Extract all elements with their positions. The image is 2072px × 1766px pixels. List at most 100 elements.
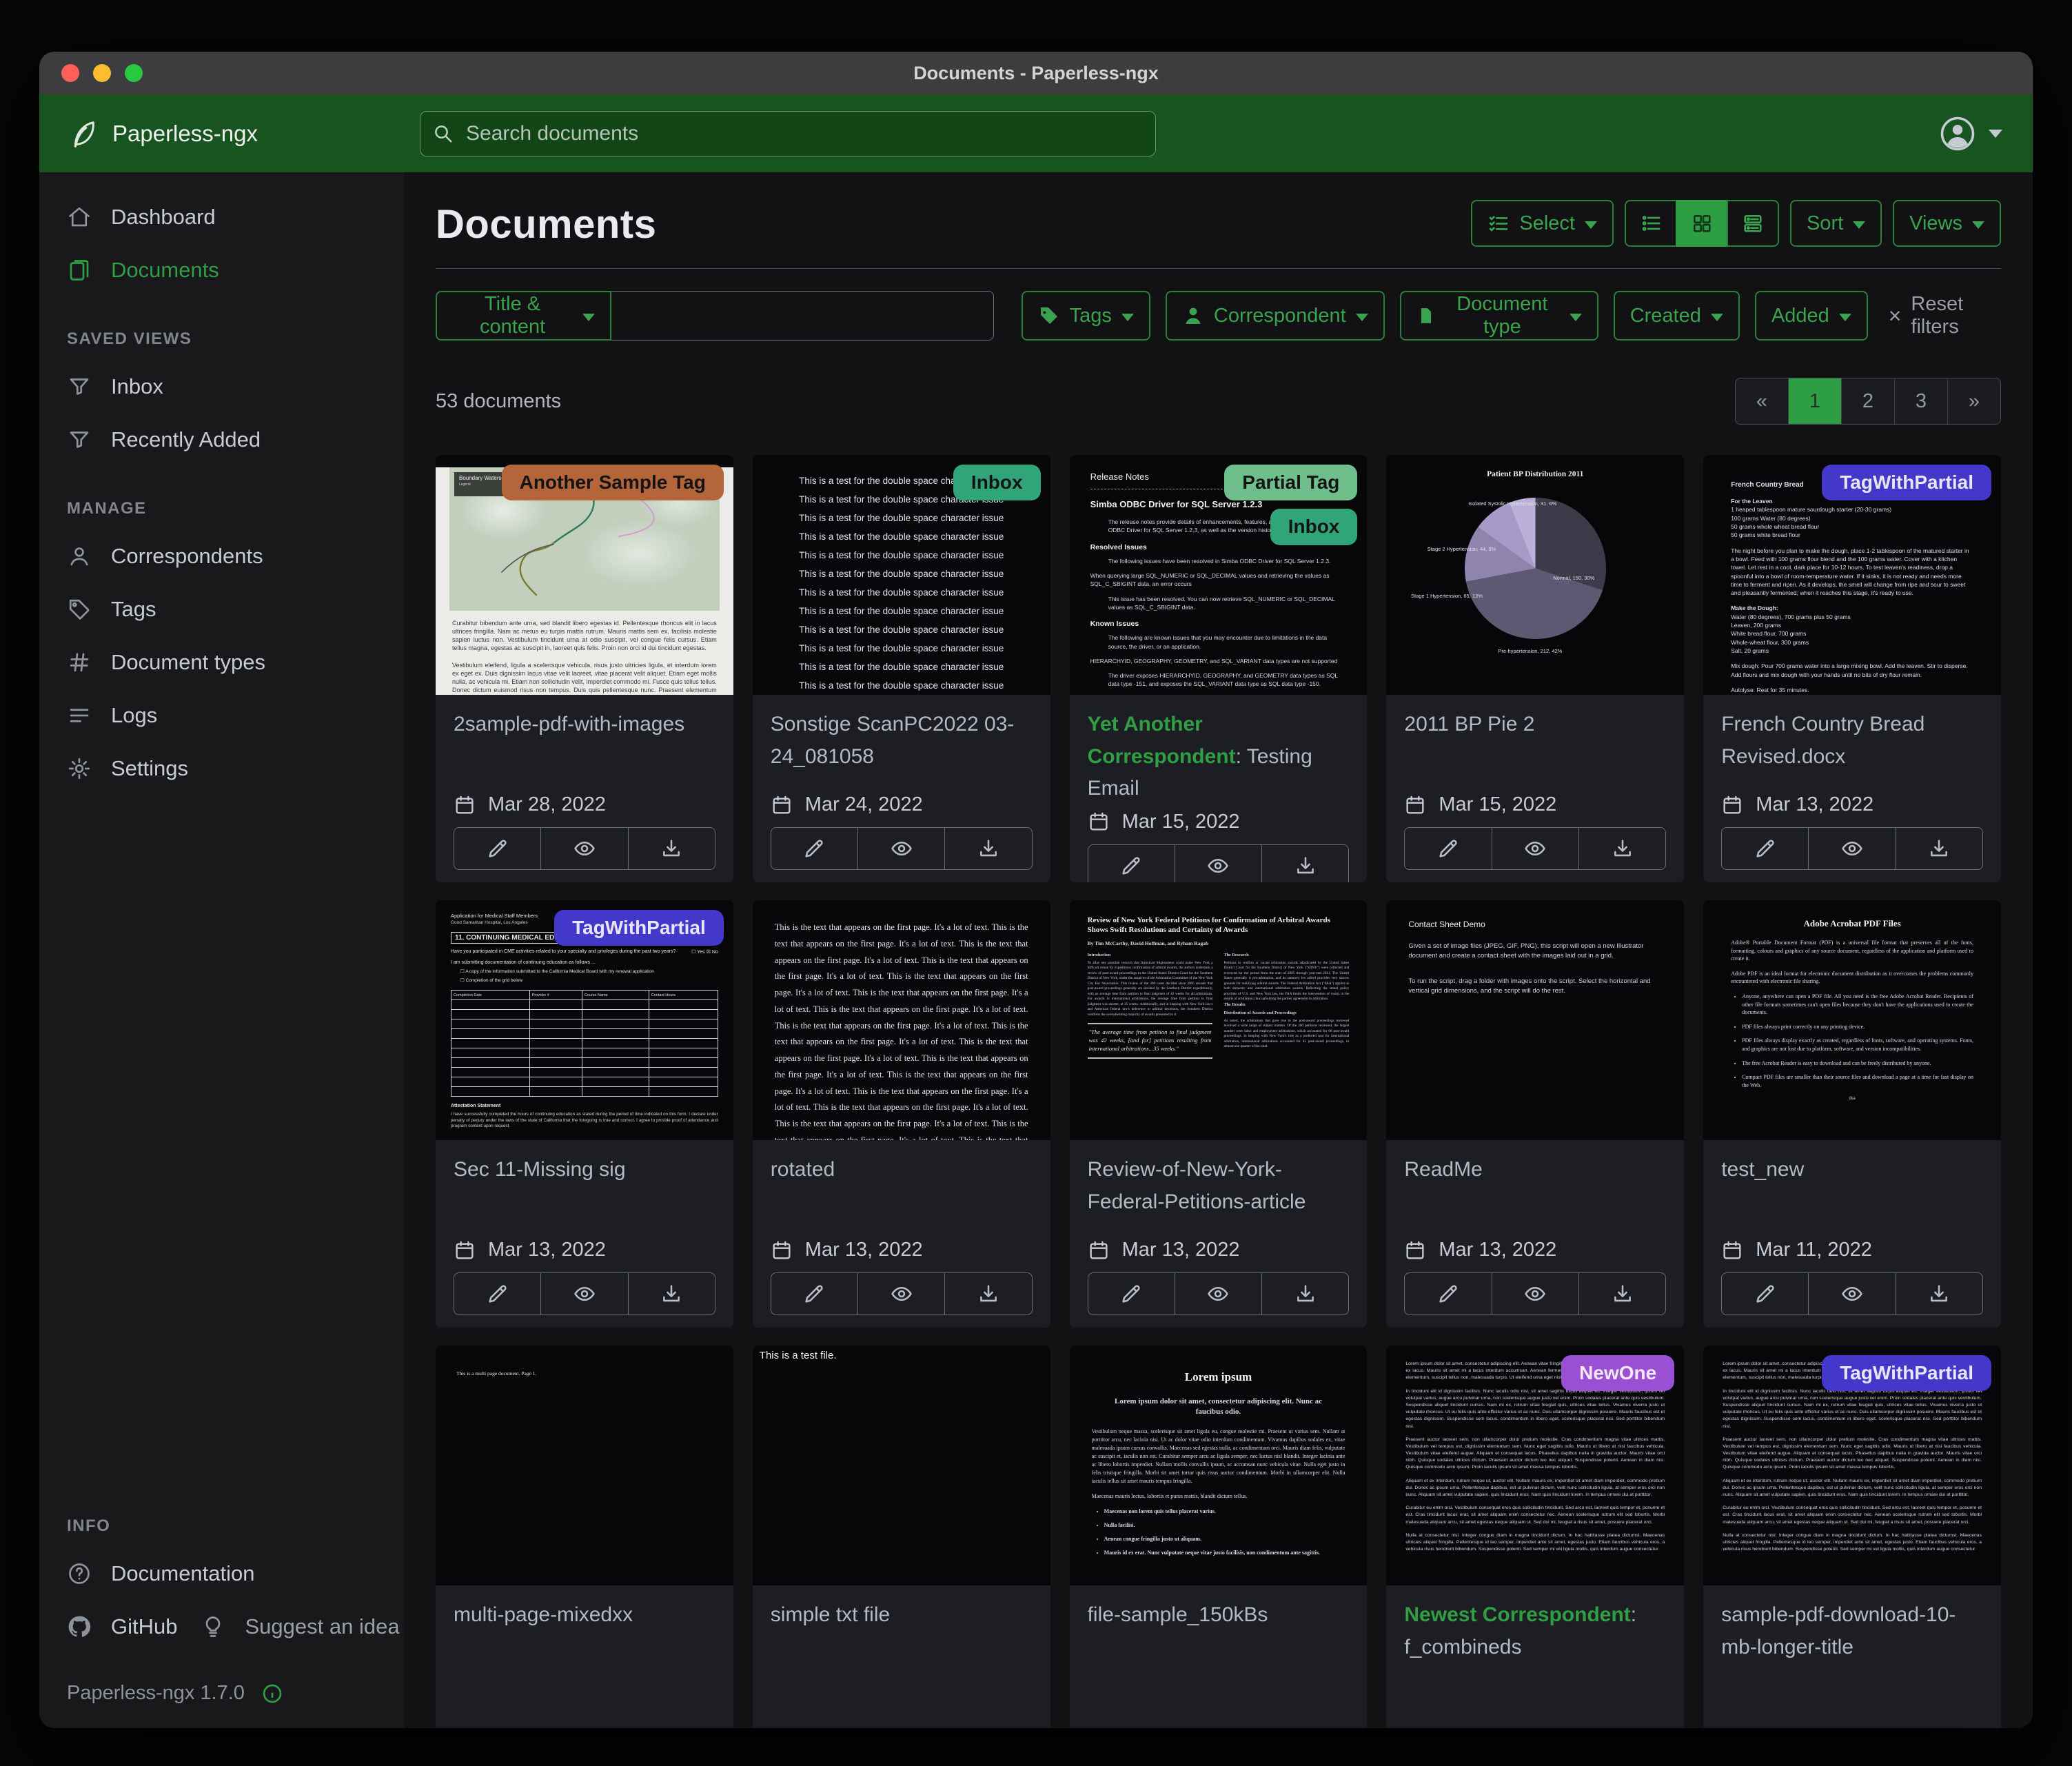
document-card[interactable]: This is the text that appears on the fir… xyxy=(753,900,1050,1328)
pagination-next-button[interactable]: » xyxy=(1947,378,2000,424)
document-title[interactable]: simple txt file xyxy=(771,1599,1033,1728)
sidebar-item-inbox[interactable]: Inbox xyxy=(39,360,404,413)
document-title[interactable]: French Country Bread Revised.docx xyxy=(1721,709,1983,788)
correspondent-filter-button[interactable]: Correspondent xyxy=(1166,291,1385,341)
view-button[interactable] xyxy=(1808,1272,1896,1315)
pagination-prev-button[interactable]: « xyxy=(1736,378,1788,424)
edit-button[interactable] xyxy=(1404,827,1492,870)
window-zoom-button[interactable] xyxy=(125,64,143,82)
pagination-page-3[interactable]: 3 xyxy=(1894,378,1947,424)
title-content-dropdown[interactable]: Title & content xyxy=(436,291,611,341)
view-button[interactable] xyxy=(1492,827,1579,870)
sidebar-item-github[interactable]: GitHub xyxy=(39,1600,177,1653)
view-button[interactable] xyxy=(857,1272,945,1315)
document-card[interactable]: This is a test file. simple txt file xyxy=(753,1346,1050,1728)
reset-filters-button[interactable]: × Reset filters xyxy=(1889,293,2001,338)
pagination-page-1[interactable]: 1 xyxy=(1788,378,1841,424)
download-button[interactable] xyxy=(1261,844,1349,883)
document-card[interactable]: TagWithPartial Lorem ipsum dolor sit ame… xyxy=(1703,1346,2001,1728)
document-title[interactable]: Sec 11-Missing sig xyxy=(454,1154,715,1233)
document-title[interactable]: 2sample-pdf-with-images xyxy=(454,709,715,788)
sidebar-item-logs[interactable]: Logs xyxy=(39,689,404,742)
filter-text-input[interactable] xyxy=(611,291,993,341)
user-menu[interactable] xyxy=(1939,115,2002,152)
view-button[interactable] xyxy=(1492,1272,1579,1315)
download-button[interactable] xyxy=(1578,1272,1666,1315)
sidebar-item-settings[interactable]: Settings xyxy=(39,742,404,795)
view-button[interactable] xyxy=(1175,844,1262,883)
document-card[interactable]: TagWithPartial French Country BreadFor t… xyxy=(1703,455,2001,882)
view-button[interactable] xyxy=(1808,827,1896,870)
document-card[interactable]: Adobe Acrobat PDF FilesAdobe® Portable D… xyxy=(1703,900,2001,1328)
edit-button[interactable] xyxy=(771,827,858,870)
detail-view-button[interactable] xyxy=(1727,200,1779,247)
document-card[interactable]: Contact Sheet DemoGiven a set of image f… xyxy=(1386,900,1684,1328)
sidebar-item-recently-added[interactable]: Recently Added xyxy=(39,413,404,466)
download-button[interactable] xyxy=(628,827,715,870)
document-card[interactable]: Patient BP Distribution 2011Normal, 150,… xyxy=(1386,455,1684,882)
tag-badge[interactable]: TagWithPartial xyxy=(554,910,724,946)
document-title[interactable]: Sonstige ScanPC2022 03-24_081058 xyxy=(771,709,1033,788)
brand-link[interactable]: Paperless-ngx xyxy=(67,118,420,150)
grid-view-button[interactable] xyxy=(1676,200,1728,247)
document-card[interactable]: Review of New York Federal Petitions for… xyxy=(1070,900,1368,1328)
edit-button[interactable] xyxy=(454,827,541,870)
sidebar-item-documentation[interactable]: Documentation xyxy=(39,1547,404,1600)
edit-button[interactable] xyxy=(454,1272,541,1315)
sidebar-item-dashboard[interactable]: Dashboard xyxy=(39,190,404,243)
document-card[interactable]: This is a multi page document. Page 1. m… xyxy=(436,1346,733,1728)
tag-badge[interactable]: NewOne xyxy=(1561,1355,1674,1391)
download-button[interactable] xyxy=(1578,827,1666,870)
tag-badge[interactable]: Another Sample Tag xyxy=(502,465,724,500)
edit-button[interactable] xyxy=(1721,1272,1809,1315)
select-button[interactable]: Select xyxy=(1471,200,1614,247)
download-button[interactable] xyxy=(1896,1272,1983,1315)
search-box[interactable] xyxy=(420,111,1156,156)
document-card[interactable]: Lorem ipsumLorem ipsum dolor sit amet, c… xyxy=(1070,1346,1368,1728)
tag-badge[interactable]: Inbox xyxy=(1270,509,1358,545)
document-correspondent[interactable]: Newest Correspondent xyxy=(1404,1603,1630,1626)
sort-button[interactable]: Sort xyxy=(1790,200,1882,247)
view-button[interactable] xyxy=(1175,1272,1262,1315)
tag-badge[interactable]: Partial Tag xyxy=(1224,465,1357,500)
sidebar-item-documents[interactable]: Documents xyxy=(39,243,404,296)
document-title[interactable]: Newest Correspondent: f_combineds xyxy=(1404,1599,1666,1728)
document-type-filter-button[interactable]: Document type xyxy=(1400,291,1598,341)
list-view-button[interactable] xyxy=(1625,200,1677,247)
created-filter-button[interactable]: Created xyxy=(1614,291,1740,341)
pagination-page-2[interactable]: 2 xyxy=(1841,378,1894,424)
search-input[interactable] xyxy=(465,121,1143,146)
tag-badge[interactable]: TagWithPartial xyxy=(1822,465,1991,500)
document-card[interactable]: TagWithPartial Application for Medical S… xyxy=(436,900,733,1328)
sidebar-item-tags[interactable]: Tags xyxy=(39,582,404,636)
document-correspondent[interactable]: Yet Another Correspondent xyxy=(1088,713,1236,768)
document-title[interactable]: multi-page-mixedxx xyxy=(454,1599,715,1728)
edit-button[interactable] xyxy=(1088,1272,1175,1315)
document-title[interactable]: test_new xyxy=(1721,1154,1983,1233)
download-button[interactable] xyxy=(1261,1272,1349,1315)
view-button[interactable] xyxy=(540,827,628,870)
document-card[interactable]: Another Sample Tag Boundary Waters TripL… xyxy=(436,455,733,882)
views-button[interactable]: Views xyxy=(1893,200,2001,247)
document-title[interactable]: Review-of-New-York-Federal-Petitions-art… xyxy=(1088,1154,1350,1233)
edit-button[interactable] xyxy=(771,1272,858,1315)
tag-badge[interactable]: Inbox xyxy=(953,465,1041,500)
download-button[interactable] xyxy=(628,1272,715,1315)
document-card[interactable]: Inbox This is a test for the double spac… xyxy=(753,455,1050,882)
document-title[interactable]: file-sample_150kBs xyxy=(1088,1599,1350,1728)
edit-button[interactable] xyxy=(1721,827,1809,870)
tags-filter-button[interactable]: Tags xyxy=(1022,291,1150,341)
window-minimize-button[interactable] xyxy=(93,64,111,82)
document-title[interactable]: sample-pdf-download-10-mb-longer-title xyxy=(1721,1599,1983,1728)
tag-badge[interactable]: TagWithPartial xyxy=(1822,1355,1991,1391)
download-button[interactable] xyxy=(944,1272,1032,1315)
added-filter-button[interactable]: Added xyxy=(1755,291,1868,341)
sidebar-item-document-types[interactable]: Document types xyxy=(39,636,404,689)
document-title[interactable]: ReadMe xyxy=(1404,1154,1666,1233)
download-button[interactable] xyxy=(1896,827,1983,870)
document-title[interactable]: Yet Another Correspondent: Testing Email xyxy=(1088,709,1350,805)
sidebar-item-suggest-idea[interactable]: Suggest an idea xyxy=(177,1600,399,1653)
view-button[interactable] xyxy=(540,1272,628,1315)
info-icon[interactable] xyxy=(261,1683,283,1705)
edit-button[interactable] xyxy=(1404,1272,1492,1315)
